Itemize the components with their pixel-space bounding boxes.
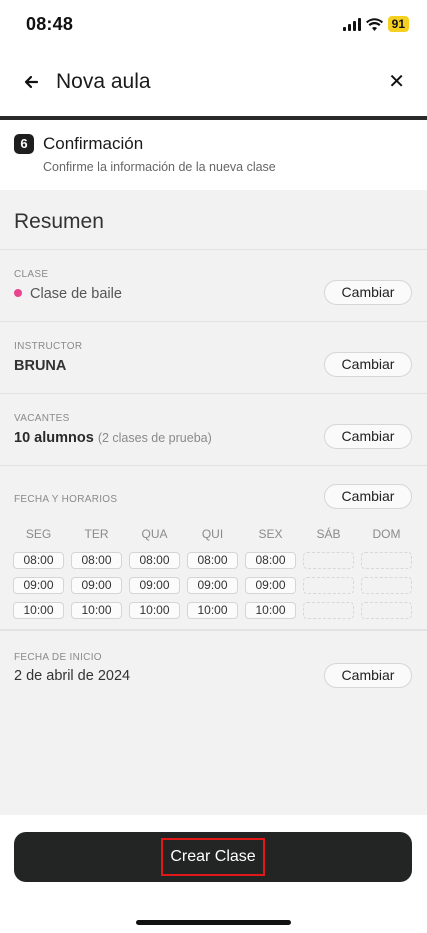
vacancies-count: 10 alumnos xyxy=(14,430,94,446)
start-date-label: FECHA DE INICIO xyxy=(14,652,102,663)
start-date-value: 2 de abril de 2024 xyxy=(14,668,131,684)
home-indicator xyxy=(136,920,291,925)
change-instructor-button[interactable]: Cambiar xyxy=(324,352,412,377)
page-title: Nova aula xyxy=(56,70,151,93)
time-slot: 08:00 xyxy=(187,552,238,569)
signal-icon xyxy=(342,17,361,31)
class-name: Clase de baile xyxy=(30,286,122,302)
class-label: CLASE xyxy=(14,269,49,280)
day-header: SÁB xyxy=(316,527,341,541)
class-color-dot xyxy=(14,289,22,298)
instructor-value: BRUNA xyxy=(14,358,67,374)
summary-panel: Resumen CLASE Clase de baile Cambiar INS… xyxy=(0,190,427,815)
vacancies-note: (2 clases de prueba) xyxy=(97,431,212,445)
step-header: 6 Confirmación Confirme la información d… xyxy=(0,120,427,190)
step-number-badge: 6 xyxy=(14,134,34,154)
day-header: QUA xyxy=(141,527,168,541)
vacancies-label: VACANTES xyxy=(14,413,70,424)
time-slot: 09:00 xyxy=(71,577,122,594)
day-header: DOM xyxy=(372,527,401,541)
day-header: SEX xyxy=(258,527,283,541)
time-slot: 10:00 xyxy=(71,602,122,619)
vacancies-value: 10 alumnos (2 clases de prueba) xyxy=(14,430,212,446)
close-icon[interactable]: ✕ xyxy=(388,70,405,94)
schedule-row: FECHA Y HORARIOS Cambiar SEG TER QUA QUI SEX… xyxy=(0,465,427,631)
step-subtitle: Confirme la información de la nueva clas… xyxy=(43,160,276,174)
instructor-label: INSTRUCTOR xyxy=(14,341,83,352)
status-bar: 08:48 91 xyxy=(0,0,427,48)
app-header: Nova aula ✕ xyxy=(0,56,427,110)
create-class-button[interactable]: Crear Clase xyxy=(14,832,412,882)
instructor-row: INSTRUCTOR BRUNA Cambiar xyxy=(0,321,427,393)
day-header: TER xyxy=(84,527,109,541)
schedule-grid: SEG TER QUA QUI SEX SÁB DOM 08:00 08:00 08:00 08:0… xyxy=(13,524,412,619)
time-slot: 08:00 xyxy=(245,552,296,569)
step-title: Confirmación xyxy=(43,134,144,153)
status-icons: 91 xyxy=(342,16,409,32)
battery-indicator: 91 xyxy=(387,16,409,32)
empty-time-slot xyxy=(361,577,412,594)
time-slot: 10:00 xyxy=(13,602,64,619)
time-slot: 10:00 xyxy=(129,602,180,619)
change-vacancies-button[interactable]: Cambiar xyxy=(324,424,412,449)
time-slot: 08:00 xyxy=(129,552,180,569)
time-slot: 08:00 xyxy=(13,552,64,569)
back-arrow-icon[interactable] xyxy=(20,70,44,94)
change-class-button[interactable]: Cambiar xyxy=(324,280,412,305)
time-slot: 09:00 xyxy=(245,577,296,594)
time-slot: 09:00 xyxy=(129,577,180,594)
empty-time-slot xyxy=(303,577,354,594)
time-slot: 09:00 xyxy=(13,577,64,594)
schedule-label: FECHA Y HORARIOS xyxy=(14,494,118,505)
time-slot: 10:00 xyxy=(187,602,238,619)
empty-time-slot xyxy=(303,552,354,569)
class-value: Clase de baile xyxy=(14,286,122,302)
vacancies-row: VACANTES 10 alumnos (2 clases de prueba)… xyxy=(0,393,427,465)
empty-time-slot xyxy=(361,602,412,619)
start-date-row: FECHA DE INICIO 2 de abril de 2024 Cambi… xyxy=(0,633,427,713)
empty-time-slot xyxy=(303,602,354,619)
class-row: CLASE Clase de baile Cambiar xyxy=(0,249,427,321)
time-slot: 08:00 xyxy=(71,552,122,569)
summary-title: Resumen xyxy=(14,210,104,233)
status-time: 08:48 xyxy=(26,14,74,34)
time-slot: 09:00 xyxy=(187,577,238,594)
change-start-date-button[interactable]: Cambiar xyxy=(324,663,412,688)
create-class-label[interactable]: Crear Clase xyxy=(161,838,265,876)
day-header: SEG xyxy=(25,527,52,541)
time-slot: 10:00 xyxy=(245,602,296,619)
change-schedule-button[interactable]: Cambiar xyxy=(324,484,412,509)
empty-time-slot xyxy=(361,552,412,569)
day-header: QUI xyxy=(201,527,224,541)
wifi-icon xyxy=(365,17,383,31)
footer: Crear Clase xyxy=(0,815,427,933)
